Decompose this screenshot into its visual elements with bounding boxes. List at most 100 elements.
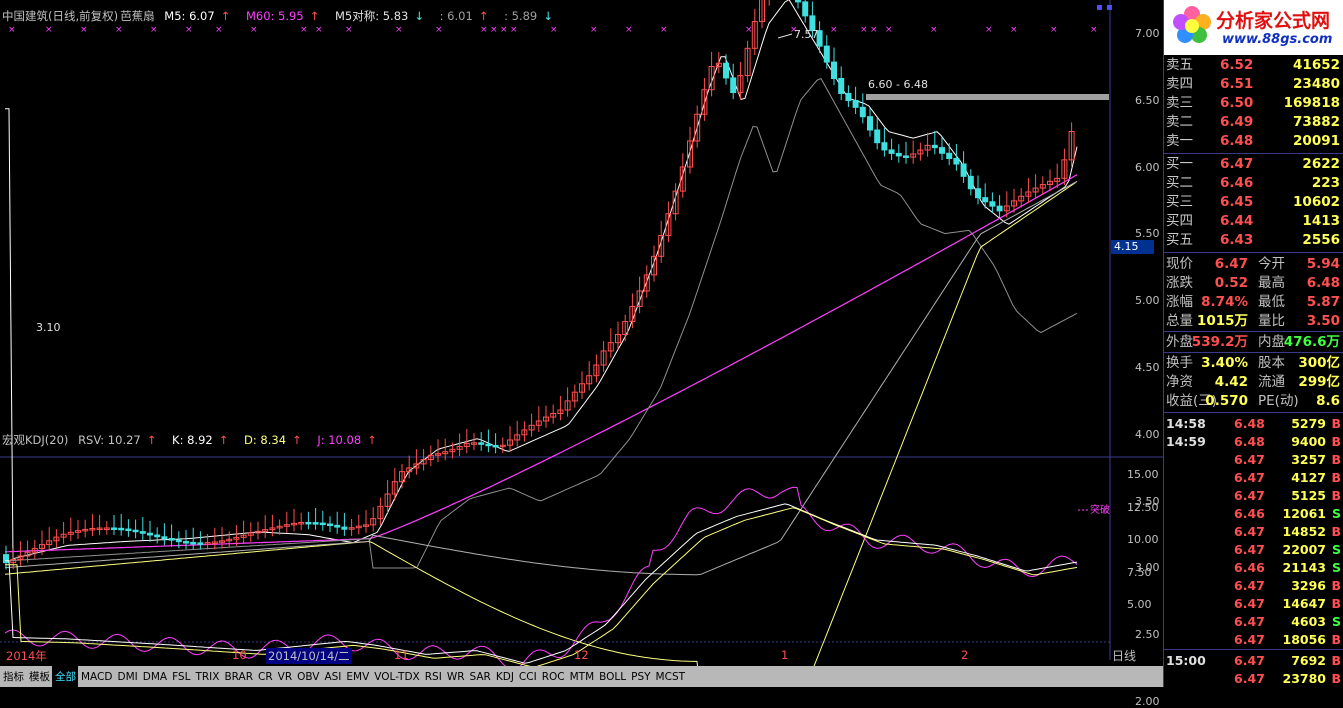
quote-value: 6.48 [1306,275,1340,291]
order-volume: 2556 [1302,232,1340,248]
tab-boll[interactable]: BOLL [596,668,628,687]
candle-body [147,532,153,536]
quote-label: 量比 [1258,313,1285,329]
quote-label: 外盘 [1166,334,1193,350]
date-m12: 12 [574,648,589,662]
tab-cci[interactable]: CCI [516,668,539,687]
buy-order-row[interactable]: 买三 6.45 10602 [1164,193,1343,211]
tab-全部[interactable]: 全部 [52,666,78,687]
tab-指标[interactable]: 指标 [0,666,26,687]
tab-sar[interactable]: SAR [467,668,493,687]
date-m11: 11 [394,648,409,662]
order-label: 卖五 [1166,57,1193,73]
candle-body [881,142,888,151]
buy-order-row[interactable]: 买四 6.44 1413 [1164,212,1343,230]
order-price: 6.45 [1220,194,1254,210]
middle-band-line [4,180,1078,576]
tab-roc[interactable]: ROC [539,668,567,687]
candle-body [874,129,881,144]
quote-row: 净资 4.42 流通 299亿 [1164,373,1343,392]
window-icons[interactable]: ▪ ▪ [1096,2,1113,13]
tick-row: 6.46 21143 S [1164,559,1343,577]
tab-fsl[interactable]: FSL [169,668,192,687]
tab-psy[interactable]: PSY [628,668,652,687]
tab-macd[interactable]: MACD [78,668,114,687]
buy-order-row[interactable]: 买一 6.47 2622 [1164,155,1343,173]
quote-row: 总量 1015万 量比 3.50 [1164,312,1343,331]
tab-asi[interactable]: ASI [321,668,343,687]
candle-body [795,0,801,3]
tab-vol-tdx[interactable]: VOL-TDX [371,668,421,687]
tab-trix[interactable]: TRIX [192,668,221,687]
buy-order-row[interactable]: 买二 6.46 223 [1164,174,1343,192]
tick-volume: 14647 [1282,596,1327,611]
kdj-name: 宏观KDJ(20) [2,433,69,447]
order-label: 买二 [1166,175,1193,191]
kdj-tick-label: 10.00 [1127,533,1159,546]
quote-label: 现价 [1166,256,1193,272]
price-tick-label: 5.50 [1135,227,1160,241]
tick-row: 6.47 23780 B [1164,670,1343,688]
tab-模板[interactable]: 模板 [26,666,52,687]
tick-price: 6.47 [1234,671,1265,686]
candle-body [888,149,895,154]
tick-price: 6.47 [1234,470,1265,485]
tick-flag: B [1331,416,1341,431]
tick-row: 14:58 6.48 5279 B [1164,415,1343,433]
candle-body [319,522,326,526]
tick-price: 6.47 [1234,632,1265,647]
signal-mark: × [860,25,868,35]
price-tick-label: 4.50 [1135,361,1160,374]
sell-order-row[interactable]: 卖三 6.50 169818 [1164,94,1343,112]
tab-rsi[interactable]: RSI [422,668,444,687]
logo-url[interactable]: www.88gs.com [1222,32,1332,47]
period-label[interactable]: 日线 [1112,647,1136,664]
tab-emv[interactable]: EMV [343,668,371,687]
signal-mark: × [660,25,668,35]
signal-mark: × [930,25,938,35]
tab-dmi[interactable]: DMI [114,668,139,687]
kdj-tick-label: 15.00 [1127,468,1159,481]
tick-volume: 22007 [1282,542,1327,557]
signal-mark: × [985,25,993,35]
v1-value: : 6.01 ↑ [439,9,489,23]
sell-order-row[interactable]: 卖四 6.51 23480 [1164,75,1343,93]
tick-price: 6.47 [1234,653,1265,668]
tab-vr[interactable]: VR [275,668,294,687]
kdj-k: K: 8.92 ↑ [172,433,229,447]
signal-mark: × [480,25,488,35]
orderbook-divider [1164,153,1343,154]
tab-kdj[interactable]: KDJ [493,668,516,687]
tick-time: 14:59 [1166,434,1206,449]
price-tick-label: 5.00 [1135,294,1160,308]
tab-dma[interactable]: DMA [140,668,169,687]
indicator-tabs: 指标 模板 全部 MACD DMI DMA FSL TRIX BRAR CR VR OBV ASI EMV… [0,666,1163,687]
tab-obv[interactable]: OBV [294,668,321,687]
flower-logo-icon [1173,6,1211,43]
tick-volume: 7692 [1291,653,1326,668]
buy-order-row[interactable]: 买五 6.43 2556 [1164,231,1343,249]
tick-flag: B [1331,470,1341,485]
tab-cr[interactable]: CR [255,668,275,687]
sell-order-row[interactable]: 卖二 6.49 73882 [1164,113,1343,131]
top-signal-marks: × × × × × × × × × × × × × × × × × × × × × × × × × × × × × × × × [8,25,1098,35]
resistance-band [866,94,1109,100]
tab-wr[interactable]: WR [444,668,467,687]
sell-order-row[interactable]: 卖五 6.52 41652 [1164,56,1343,74]
tab-mtm[interactable]: MTM [567,668,597,687]
quote-label: 净资 [1166,374,1193,390]
quote-row: 涨跌 0.52 最高 6.48 [1164,274,1343,293]
sell-order-row[interactable]: 卖一 6.48 20091 [1164,132,1343,150]
tick-time: 14:58 [1166,416,1206,431]
quote-value: 8.6 [1316,393,1340,409]
candle-body [852,99,859,108]
high-pointer [777,33,793,39]
tick-volume: 21143 [1282,560,1327,575]
quote-panel: 分析家公式网 www.88gs.com 卖五 6.52 41652 卖四 6.51 234… [1163,0,1343,687]
kline-chart[interactable]: × × × × × × × × × × × × × × × × × × × × × × × × × × × × × × × × 7.57 6.… [0,0,1163,666]
tick-row: 6.47 5125 B [1164,487,1343,505]
tab-brar[interactable]: BRAR [221,668,255,687]
order-label: 卖三 [1166,95,1193,111]
signal-mark: × [1010,25,1018,35]
tab-mcst[interactable]: MCST [653,668,687,687]
